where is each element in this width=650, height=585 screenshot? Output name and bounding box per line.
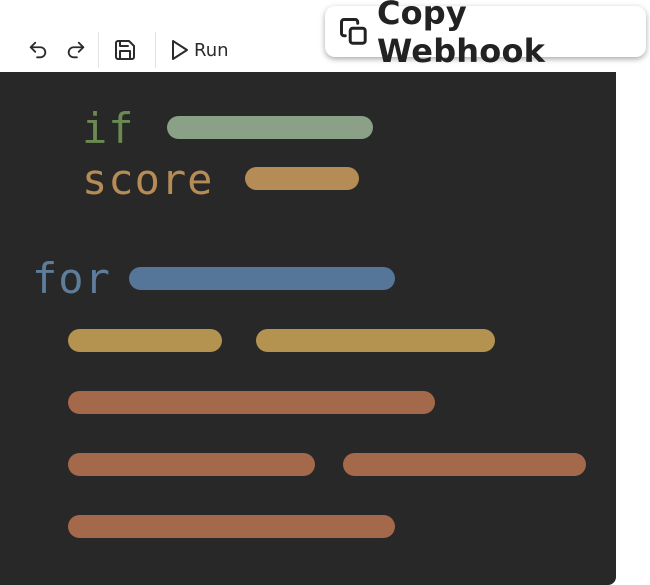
save-button[interactable]: [110, 36, 140, 64]
save-icon: [115, 40, 135, 60]
keyword-for: for: [32, 254, 111, 303]
code-placeholder-bar: [129, 267, 395, 290]
undo-icon: [29, 41, 47, 59]
code-placeholder-bar: [256, 329, 495, 352]
run-label: Run: [194, 39, 229, 61]
toolbar-divider: [155, 32, 156, 68]
copy-webhook-button[interactable]: Copy Webhook: [325, 0, 646, 70]
undo-button[interactable]: [24, 36, 52, 64]
redo-button[interactable]: [62, 36, 90, 64]
redo-icon: [67, 41, 85, 59]
code-placeholder-bar: [245, 167, 359, 190]
run-button[interactable]: Run: [170, 36, 234, 64]
code-placeholder-bar: [167, 116, 373, 139]
code-placeholder-bar: [68, 515, 395, 538]
code-placeholder-bar: [68, 391, 435, 414]
keyword-score: score: [82, 155, 214, 204]
code-placeholder-bar: [68, 329, 222, 352]
code-placeholder-bar: [343, 453, 586, 476]
code-editor[interactable]: if score for: [0, 72, 616, 585]
code-placeholder-bar: [68, 453, 315, 476]
copy-webhook-label: Copy Webhook: [376, 0, 546, 70]
copy-icon: [339, 17, 367, 45]
keyword-if: if: [82, 104, 135, 153]
play-icon: [172, 40, 188, 60]
toolbar-divider: [98, 32, 99, 68]
